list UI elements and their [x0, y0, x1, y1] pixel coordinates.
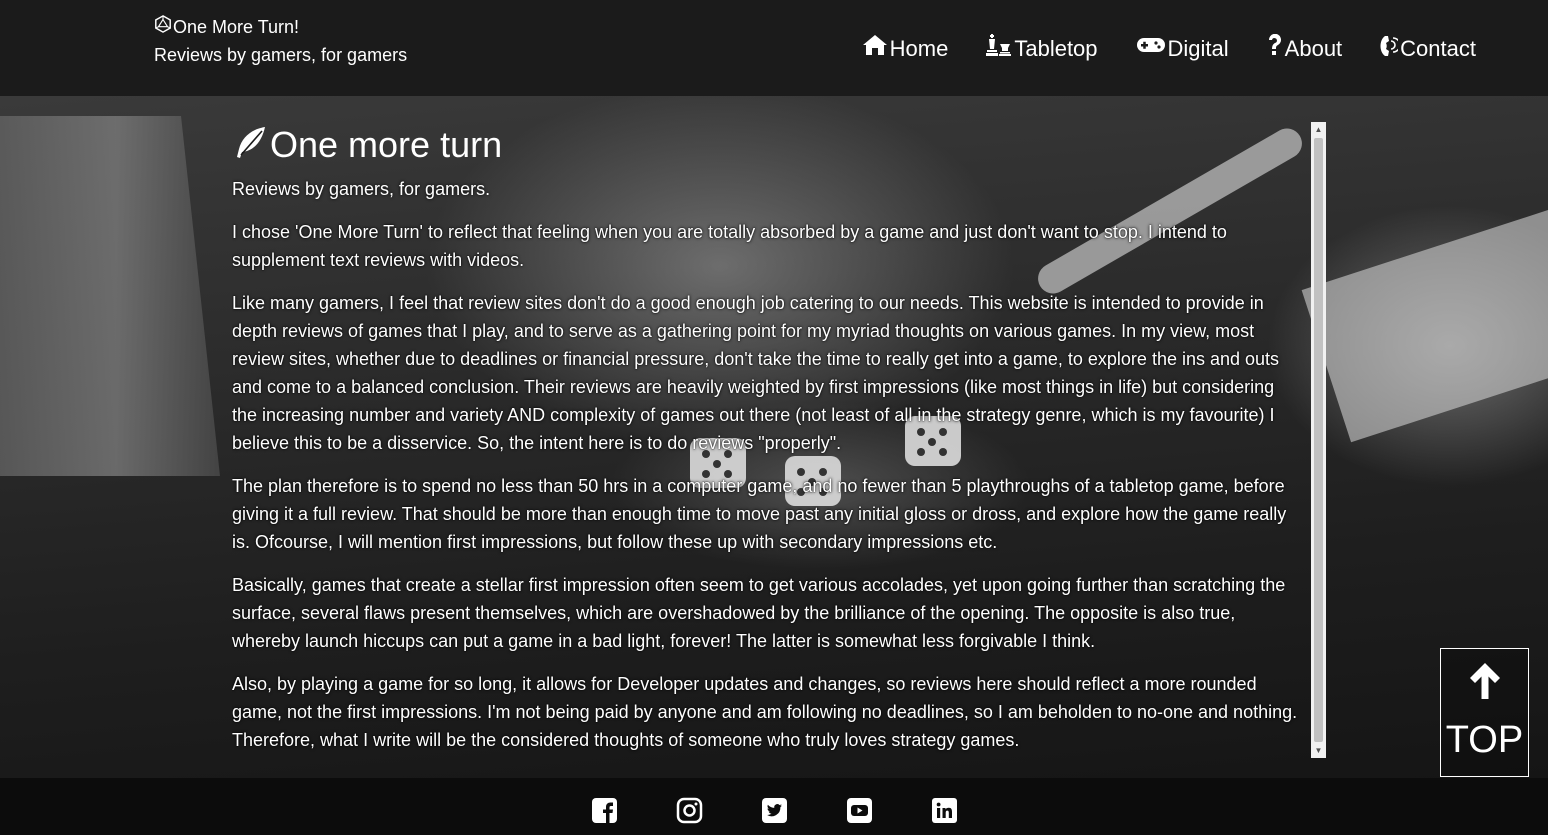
back-to-top-label: TOP	[1445, 719, 1524, 761]
social-links	[591, 797, 958, 824]
gamepad-icon	[1136, 34, 1168, 64]
nav-tabletop[interactable]: Tabletop	[986, 34, 1098, 64]
twitter-icon[interactable]	[761, 797, 788, 824]
facebook-icon[interactable]	[591, 797, 618, 824]
paragraph: The plan therefore is to spend no less t…	[232, 476, 1287, 552]
paragraph: Like many gamers, I feel that review sit…	[232, 293, 1280, 453]
content-scrollbar[interactable]: ▲ ▼	[1311, 122, 1326, 758]
arrow-up-icon	[1466, 649, 1504, 706]
paragraph: Also, by playing a game for so long, it …	[232, 674, 1298, 750]
back-to-top-button[interactable]: TOP	[1440, 648, 1529, 777]
nav-about[interactable]: About	[1267, 33, 1343, 64]
nav-tabletop-label: Tabletop	[1014, 36, 1098, 61]
scroll-up-arrow[interactable]: ▲	[1311, 122, 1326, 137]
nav-contact[interactable]: Contact	[1380, 34, 1476, 64]
linkedin-icon[interactable]	[931, 797, 958, 824]
page-title: One more turn	[270, 124, 503, 165]
youtube-icon[interactable]	[846, 797, 873, 824]
site-footer	[0, 778, 1548, 835]
paragraph: Basically, games that create a stellar f…	[232, 575, 1286, 651]
tagline: Reviews by gamers, for gamers.	[232, 179, 491, 199]
nav-home[interactable]: Home	[862, 34, 949, 64]
nav-about-label: About	[1284, 36, 1343, 61]
about-content: One more turn Reviews by gamers, for gam…	[232, 121, 1326, 757]
brand[interactable]: One More Turn! Reviews by gamers, for ga…	[154, 15, 407, 67]
scroll-down-arrow[interactable]: ▼	[1311, 743, 1326, 758]
brand-title: One More Turn!	[173, 17, 300, 37]
nav-contact-label: Contact	[1400, 36, 1476, 61]
nav-digital[interactable]: Digital	[1136, 34, 1229, 64]
phone-volume-icon	[1380, 34, 1401, 64]
paragraph: I chose 'One More Turn' to reflect that …	[232, 222, 1227, 270]
brand-subtitle: Reviews by gamers, for gamers	[154, 45, 408, 65]
instagram-icon[interactable]	[676, 797, 703, 824]
main-nav: Home Tabletop Digital About Contact	[862, 33, 1476, 64]
home-icon	[862, 34, 890, 64]
nav-home-label: Home	[889, 36, 949, 61]
feather-icon	[232, 125, 270, 166]
d20-dice-icon	[154, 15, 173, 39]
chess-pieces-icon	[986, 34, 1014, 64]
site-header: One More Turn! Reviews by gamers, for ga…	[0, 0, 1548, 96]
nav-digital-label: Digital	[1167, 36, 1229, 61]
question-icon	[1267, 33, 1285, 64]
scroll-thumb[interactable]	[1314, 138, 1323, 742]
